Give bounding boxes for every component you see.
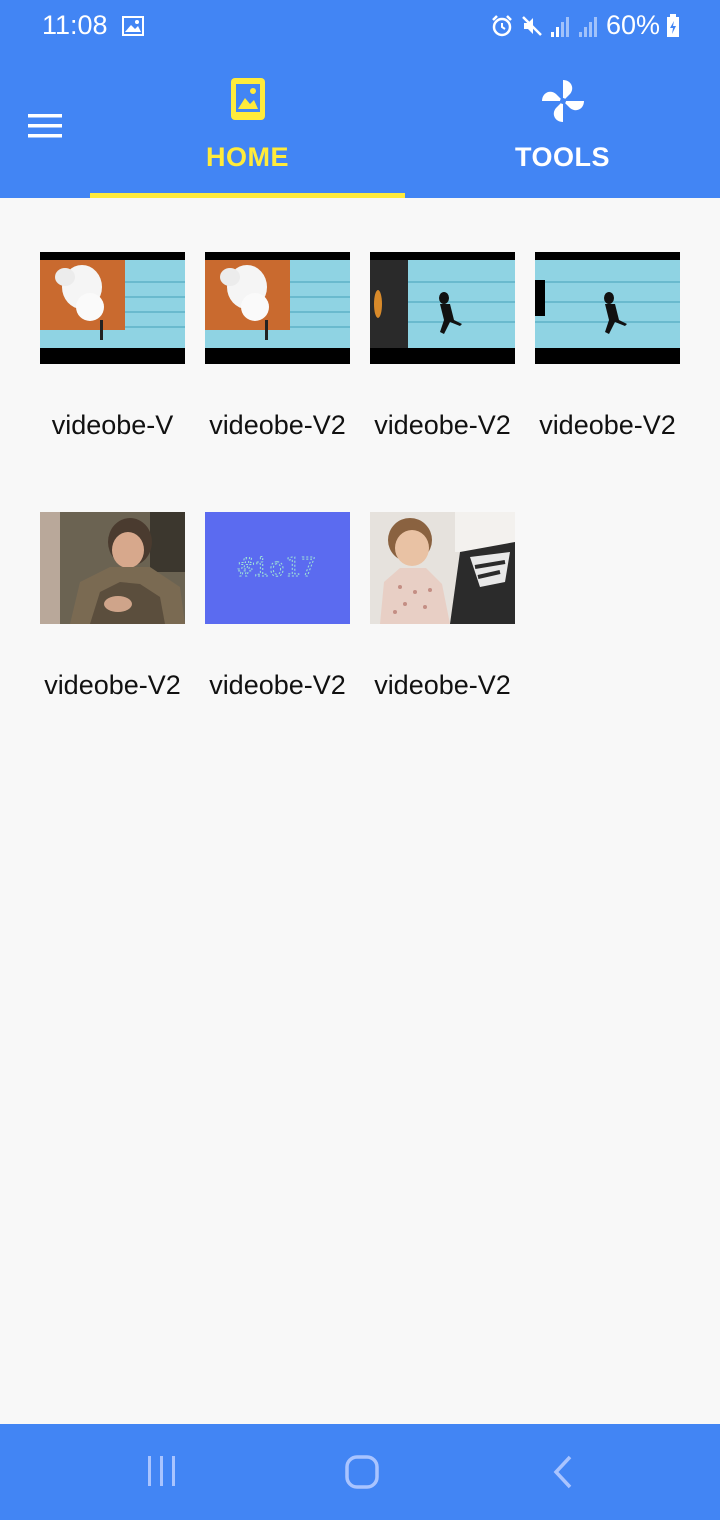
video-title: videobe-V2 [209,670,346,700]
video-item[interactable]: videobe-V2 [30,512,195,772]
video-item[interactable]: videobe-V2 [360,252,525,512]
video-item[interactable]: videobe-V2 [195,252,360,512]
signal-icon-1 [550,14,572,38]
tab-home-label: HOME [206,142,289,172]
video-title: videobe-V2 [44,670,181,700]
tab-tools-label: TOOLS [514,142,610,172]
video-item[interactable]: videobe-V2 [525,252,690,512]
video-thumbnail-man-lamp-water [370,252,515,364]
gallery-notification-icon [122,16,144,40]
battery-icon [666,13,680,38]
alarm-icon [490,14,514,38]
video-title: videobe-V [51,410,174,440]
io17-thumbnail-text: #io17 [238,553,316,583]
video-thumbnail-cat-water [40,252,185,364]
status-bar: 11:08 60% [0,0,720,56]
home-button[interactable] [344,1454,380,1494]
battery-percent: 60% [605,10,660,40]
video-thumbnail-man-water [535,252,680,364]
pinwheel-icon [540,78,586,122]
signal-icon-2 [578,14,600,38]
recents-button[interactable] [146,1454,178,1492]
video-thumbnail-io17: #io17 [205,512,350,624]
selected-tab-indicator [90,193,405,198]
video-title: videobe-V2 [209,410,346,440]
back-button[interactable] [550,1454,576,1494]
image-icon [230,78,265,122]
video-title: videobe-V2 [539,410,676,440]
tab-home[interactable]: HOME [90,56,405,198]
video-thumbnail-woman-fur-coat [40,512,185,624]
video-grid: videobe-V videobe-V2 videobe-V2 videobe-… [30,252,690,772]
system-nav-bar [0,1424,720,1520]
video-title: videobe-V2 [374,410,511,440]
status-icons: 60% [490,10,680,41]
menu-icon[interactable] [28,114,62,142]
video-title: videobe-V2 [374,670,511,700]
mute-icon [520,14,544,38]
app-bar: HOME TOOLS [0,56,720,198]
video-item[interactable]: videobe-V2 [360,512,525,772]
status-time: 11:08 [42,10,108,40]
video-thumbnail-cat-water [205,252,350,364]
video-item[interactable]: videobe-V [30,252,195,512]
video-item[interactable]: #io17 videobe-V2 [195,512,360,772]
video-thumbnail-child-sofa [370,512,515,624]
tab-tools[interactable]: TOOLS [405,56,720,198]
